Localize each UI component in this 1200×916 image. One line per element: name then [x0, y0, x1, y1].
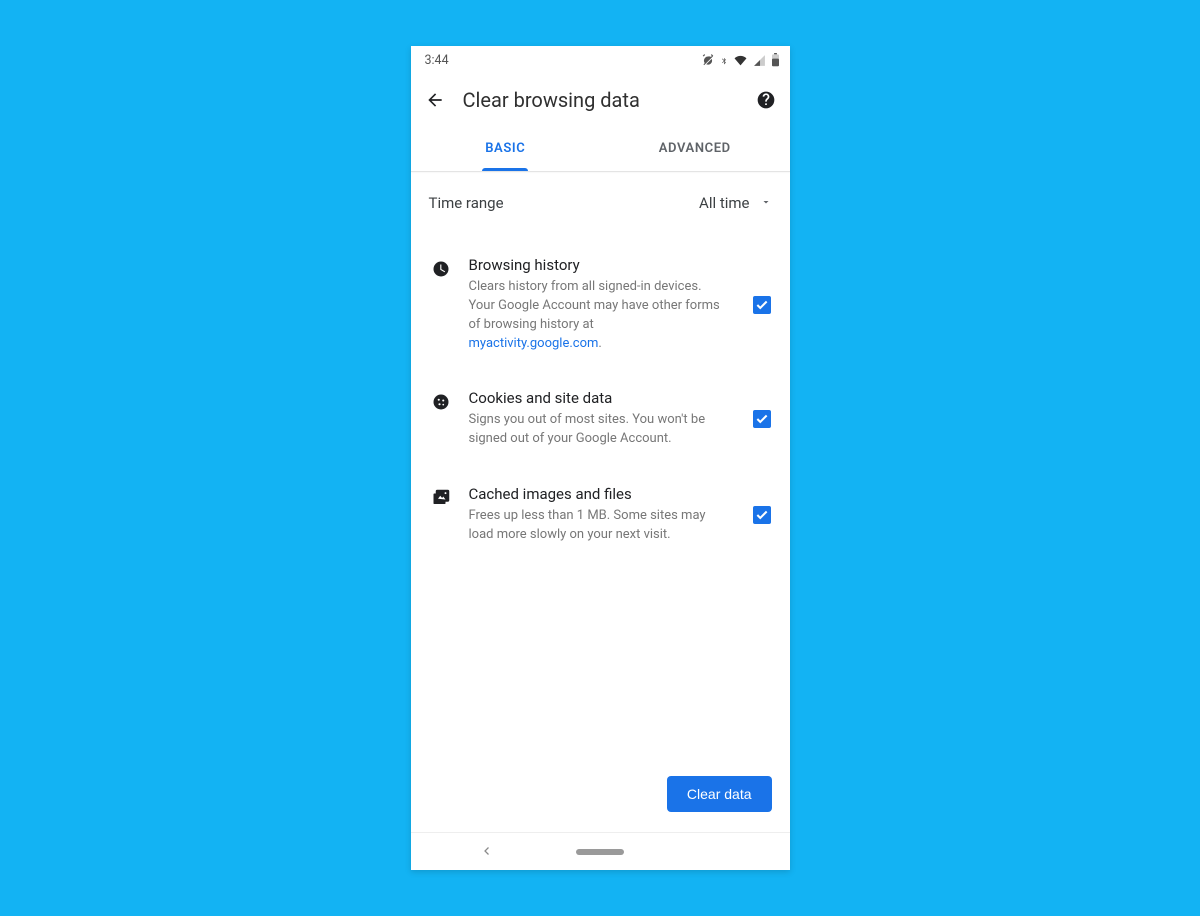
chevron-down-icon	[760, 194, 772, 212]
option-cookies[interactable]: Cookies and site data Signs you out of m…	[411, 371, 790, 467]
nav-back-icon[interactable]	[481, 842, 493, 861]
time-range-value: All time	[699, 194, 749, 212]
nav-pill[interactable]	[576, 849, 624, 855]
option-description: Clears history from all signed-in device…	[469, 278, 730, 353]
status-time: 3:44	[425, 53, 449, 68]
status-icons	[701, 53, 780, 67]
tab-advanced[interactable]: ADVANCED	[600, 126, 790, 171]
time-range-dropdown[interactable]: Time range All time	[411, 172, 790, 234]
option-title: Cookies and site data	[469, 389, 730, 407]
battery-icon	[771, 53, 780, 67]
back-arrow-icon[interactable]	[425, 90, 445, 110]
option-title: Cached images and files	[469, 485, 730, 503]
help-icon[interactable]	[756, 90, 776, 110]
alarm-off-icon	[701, 53, 715, 67]
status-bar: 3:44	[411, 46, 790, 74]
tabs: BASIC ADVANCED	[411, 126, 790, 172]
image-stack-icon	[427, 485, 455, 545]
option-cached[interactable]: Cached images and files Frees up less th…	[411, 467, 790, 563]
page-title: Clear browsing data	[463, 88, 738, 112]
tab-advanced-label: ADVANCED	[659, 141, 731, 156]
tab-basic-label: BASIC	[485, 141, 525, 156]
checkbox-cookies[interactable]	[753, 410, 771, 428]
system-nav-bar	[411, 832, 790, 870]
tab-basic[interactable]: BASIC	[411, 126, 601, 171]
action-row: Clear data	[411, 776, 790, 832]
option-description: Frees up less than 1 MB. Some sites may …	[469, 507, 730, 545]
phone-frame: 3:44 Clear browsing data BASIC	[411, 46, 790, 870]
option-browsing-history[interactable]: Browsing history Clears history from all…	[411, 238, 790, 371]
clear-data-button[interactable]: Clear data	[667, 776, 772, 812]
cookie-icon	[427, 389, 455, 449]
checkbox-cached[interactable]	[753, 506, 771, 524]
wifi-icon	[733, 54, 748, 67]
option-title: Browsing history	[469, 256, 730, 274]
clock-icon	[427, 256, 455, 353]
checkbox-browsing-history[interactable]	[753, 296, 771, 314]
option-description: Signs you out of most sites. You won't b…	[469, 411, 730, 449]
myactivity-link[interactable]: myactivity.google.com	[469, 336, 599, 351]
app-bar: Clear browsing data	[411, 74, 790, 126]
bluetooth-icon	[720, 54, 728, 67]
time-range-label: Time range	[429, 194, 700, 212]
signal-icon	[753, 54, 766, 67]
options-list: Browsing history Clears history from all…	[411, 234, 790, 567]
